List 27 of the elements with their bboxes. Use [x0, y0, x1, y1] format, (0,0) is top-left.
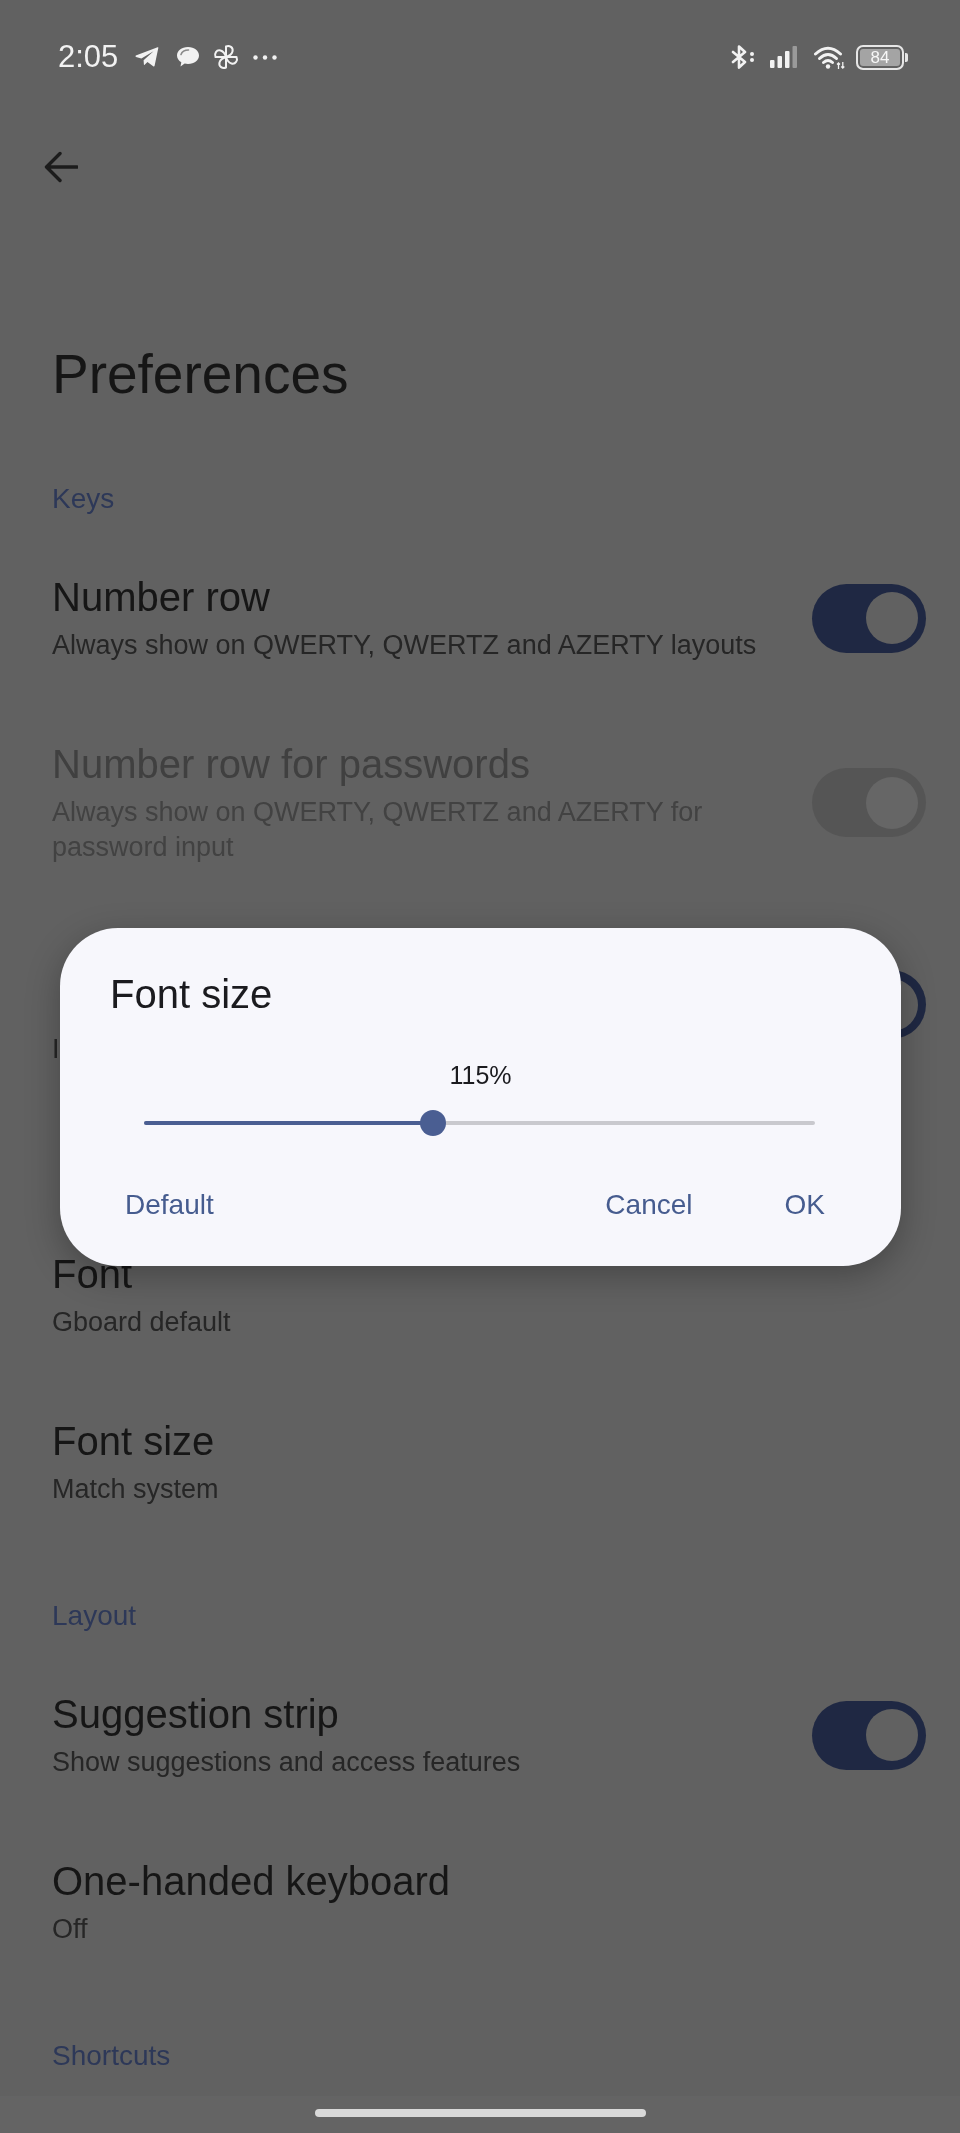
- setting-description: Match system: [52, 1473, 219, 1506]
- setting-title[interactable]: Font size: [52, 1417, 215, 1465]
- pinwheel-icon: [213, 44, 240, 70]
- dialog-button[interactable]: OK: [768, 1175, 841, 1235]
- status-time: 2:05: [58, 39, 119, 75]
- setting-title[interactable]: Suggestion strip: [52, 1690, 339, 1738]
- wifi-icon: [814, 45, 845, 69]
- setting-description: Always show on QWERTY, QWERTZ and AZERTY layouts: [52, 629, 757, 662]
- page-title: Preferences: [52, 342, 349, 406]
- setting-title[interactable]: One-handed keyboard: [52, 1857, 451, 1905]
- bluetooth-icon: [729, 45, 757, 69]
- slider-thumb[interactable]: [419, 1110, 446, 1136]
- back-arrow-icon[interactable]: [44, 151, 78, 183]
- ellipsis-icon: [253, 54, 278, 60]
- signal-icon: [770, 46, 798, 68]
- setting-title[interactable]: Number row: [52, 573, 270, 621]
- setting-description: Gboard default: [52, 1306, 231, 1339]
- slider-value: 115%: [449, 1060, 512, 1091]
- dialog-title: Font size: [110, 971, 273, 1018]
- setting-description: Off: [52, 1913, 88, 1946]
- chat-bubble-icon: [175, 46, 201, 68]
- dialog-button[interactable]: Cancel: [589, 1175, 709, 1235]
- dialog-button[interactable]: Default: [109, 1175, 230, 1235]
- battery-indicator: 84: [856, 44, 908, 70]
- paper-plane-icon: [135, 46, 160, 68]
- slider-track[interactable]: [144, 1110, 815, 1136]
- setting-description: Show suggestions and access features: [52, 1746, 521, 1779]
